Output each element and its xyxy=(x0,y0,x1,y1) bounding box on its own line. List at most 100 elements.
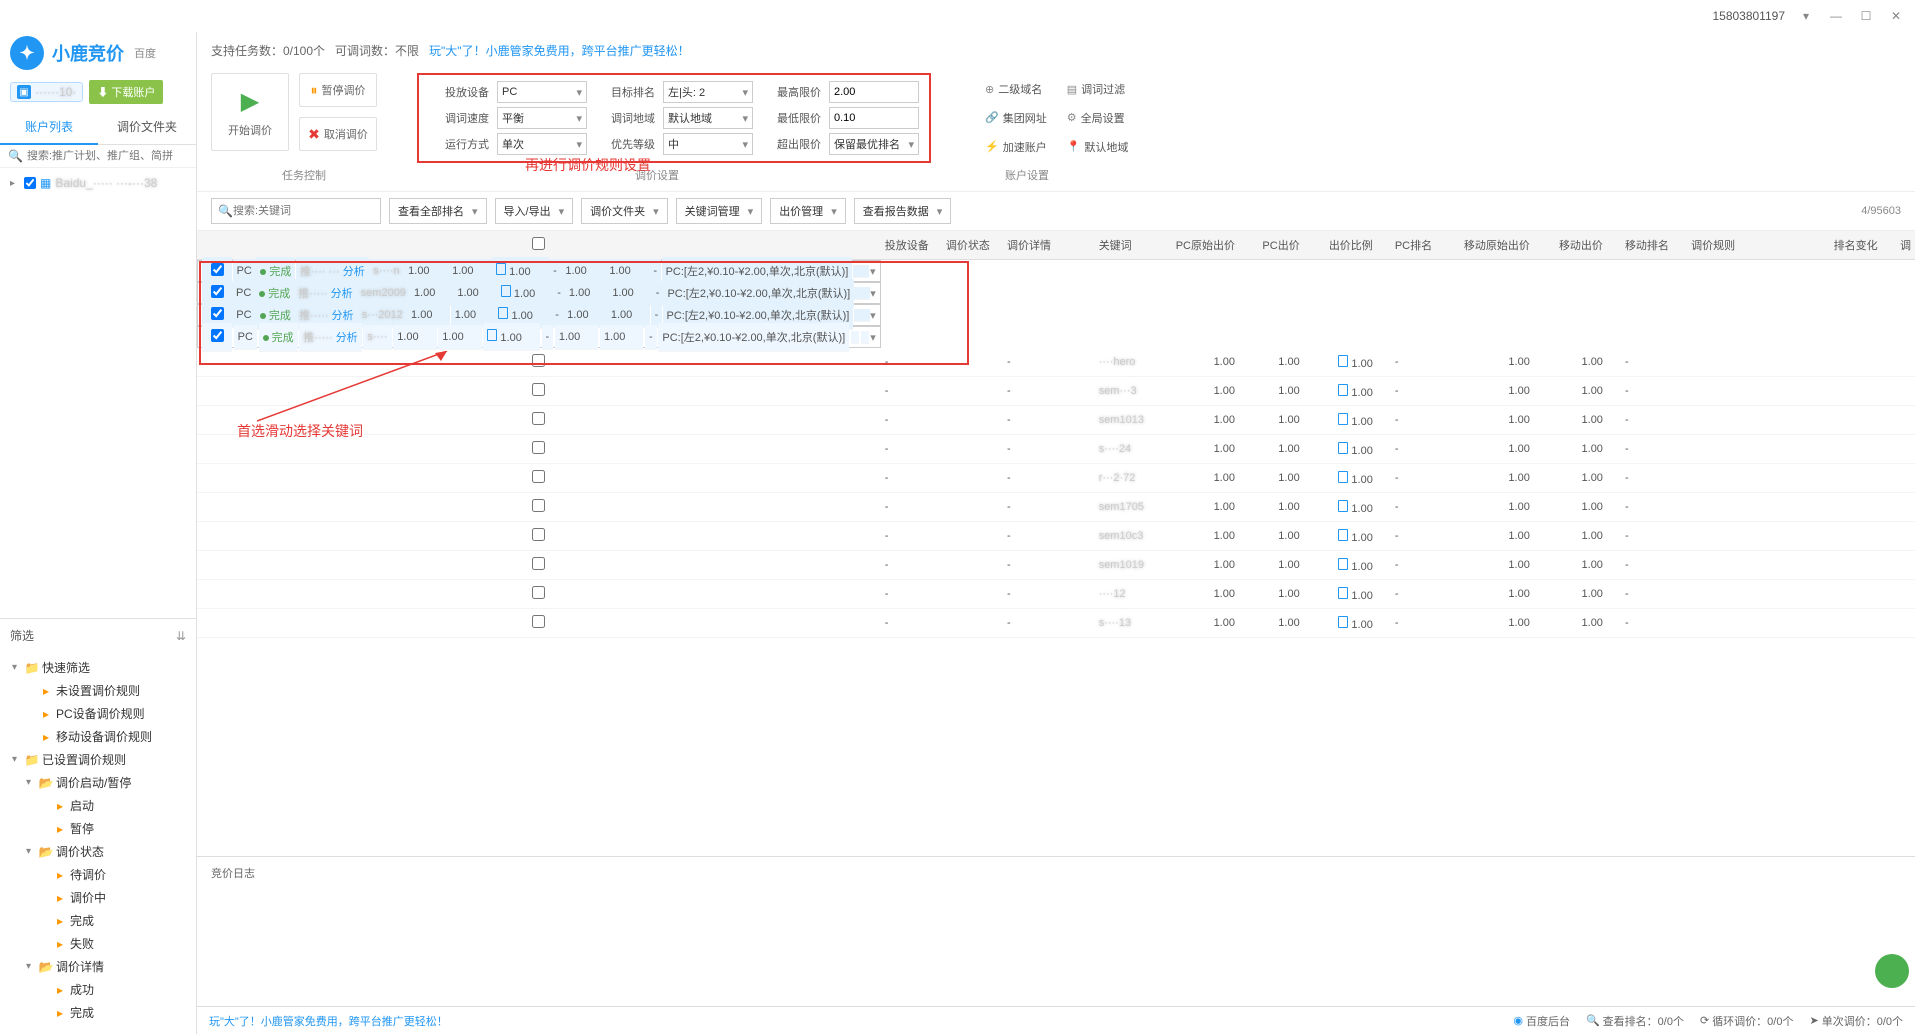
cancel-bidding-button[interactable]: ✖ 取消调价 xyxy=(299,117,377,151)
dropdown-icon[interactable]: ▾ xyxy=(1797,7,1815,25)
filter-item-n1c[interactable]: ▸移动设备调价规则 xyxy=(12,725,196,748)
target-rank-select[interactable]: 左|头: 2 xyxy=(663,81,753,103)
filter-item-n2b2[interactable]: ▸调价中 xyxy=(12,886,196,909)
price-folder-button[interactable]: 调价文件夹 xyxy=(581,198,668,224)
filter-item-n2a1[interactable]: ▸启动 xyxy=(12,794,196,817)
filter-item-n2a2[interactable]: ▸暂停 xyxy=(12,817,196,840)
max-price-input[interactable] xyxy=(829,81,919,103)
row-checkbox[interactable] xyxy=(532,586,545,599)
status-view-rank: 🔍查看排名：0/0个 xyxy=(1586,1013,1684,1029)
import-export-button[interactable]: 导入/导出 xyxy=(495,198,574,224)
table-row[interactable]: - - r···2·72 1.00 1.00 1.00 - 1.00 1.00 … xyxy=(197,464,1915,493)
ratio-icon xyxy=(1338,587,1348,599)
caret-icon: ▾ xyxy=(12,754,22,765)
table-row[interactable]: - - ····hero 1.00 1.00 1.00 - 1.00 1.00 … xyxy=(197,348,1915,377)
row-checkbox[interactable] xyxy=(532,528,545,541)
row-checkbox[interactable] xyxy=(532,557,545,570)
pause-bidding-button[interactable]: ⏸ 暂停调价 xyxy=(299,73,377,107)
ratio-icon xyxy=(501,285,511,297)
row-checkbox[interactable] xyxy=(211,285,224,298)
sidebar-search-input[interactable] xyxy=(27,150,188,162)
row-checkbox[interactable] xyxy=(532,470,545,483)
table-row[interactable]: PC 完成 推····· 分析 s···· 1.00 1.00 1.00 - 1… xyxy=(197,326,881,348)
analysis-link[interactable]: 分析 xyxy=(332,310,354,322)
maximize-button[interactable]: ☐ xyxy=(1857,7,1875,25)
ratio-icon xyxy=(1338,355,1348,367)
table-row[interactable]: - - s····13 1.00 1.00 1.00 - 1.00 1.00 - xyxy=(197,609,1915,638)
word-filter-link[interactable]: ▤调词过滤 xyxy=(1067,79,1129,100)
subdomain-link[interactable]: ⊕二级域名 xyxy=(985,79,1047,100)
filter-item-n2b3[interactable]: ▸完成 xyxy=(12,909,196,932)
filter-item-n2c1[interactable]: ▸成功 xyxy=(12,978,196,1001)
keyword-mgmt-button[interactable]: 关键词管理 xyxy=(676,198,763,224)
row-checkbox[interactable] xyxy=(532,354,545,367)
filter-item-n2b1[interactable]: ▸待调价 xyxy=(12,863,196,886)
filter-item-n2b[interactable]: ▾📂调价状态 xyxy=(12,840,196,863)
view-rank-button[interactable]: 查看全部排名 xyxy=(389,198,487,224)
tree-checkbox[interactable] xyxy=(24,177,36,189)
filter-item-n2c2[interactable]: ▸完成 xyxy=(12,1001,196,1024)
file-icon: ▸ xyxy=(54,938,66,950)
fab-button[interactable] xyxy=(1875,954,1909,988)
promo-link[interactable]: 玩"大"了！小鹿管家免费用，跨平台推广更轻松！ xyxy=(429,42,690,59)
run-mode-select[interactable]: 单次 xyxy=(497,133,587,155)
table-row[interactable]: - - sem···3 1.00 1.00 1.00 - 1.00 1.00 - xyxy=(197,377,1915,406)
collapse-icon[interactable]: ⇊ xyxy=(176,629,186,643)
filter-item-n1b[interactable]: ▸PC设备调价规则 xyxy=(12,702,196,725)
view-report-button[interactable]: 查看报告数据 xyxy=(854,198,952,224)
download-account-button[interactable]: ⬇ 下载账户 xyxy=(89,80,163,104)
device-select[interactable]: PC xyxy=(497,81,587,103)
table-row[interactable]: - - sem10c3 1.00 1.00 1.00 - 1.00 1.00 - xyxy=(197,522,1915,551)
global-settings-link[interactable]: ⚙全局设置 xyxy=(1067,108,1129,129)
accelerate-link[interactable]: ⚡加速账户 xyxy=(985,136,1047,157)
table-row[interactable]: - - ····12 1.00 1.00 1.00 - 1.00 1.00 - xyxy=(197,580,1915,609)
group-url-link[interactable]: 🔗集团网址 xyxy=(985,108,1047,129)
tab-account-list[interactable]: 账户列表 xyxy=(0,110,98,145)
filter-item-n2c[interactable]: ▾📂调价详情 xyxy=(12,955,196,978)
tab-price-folder[interactable]: 调价文件夹 xyxy=(98,110,196,145)
keyword-search[interactable]: 🔍 xyxy=(211,198,381,224)
file-icon: ▸ xyxy=(40,685,52,697)
backend-link[interactable]: ◉百度后台 xyxy=(1513,1013,1570,1029)
region-select[interactable]: 默认地域 xyxy=(663,107,753,129)
row-checkbox[interactable] xyxy=(532,615,545,628)
sidebar-search[interactable]: 🔍 xyxy=(0,145,196,168)
speed-select[interactable]: 平衡 xyxy=(497,107,587,129)
filter-item-n1a[interactable]: ▸未设置调价规则 xyxy=(12,679,196,702)
overflow-select[interactable]: 保留最优排名 xyxy=(829,133,919,155)
table-row[interactable]: - - sem1013 1.00 1.00 1.00 - 1.00 1.00 - xyxy=(197,406,1915,435)
default-region-link[interactable]: 📍默认地域 xyxy=(1067,136,1129,157)
ratio-icon xyxy=(1338,413,1348,425)
filter-item-n2b4[interactable]: ▸失败 xyxy=(12,932,196,955)
bid-mgmt-button[interactable]: 出价管理 xyxy=(770,198,846,224)
account-badge[interactable]: ▣ ······10· xyxy=(10,82,83,102)
table-row[interactable]: - - s····24 1.00 1.00 1.00 - 1.00 1.00 - xyxy=(197,435,1915,464)
analysis-link[interactable]: 分析 xyxy=(343,266,365,278)
filter-item-n1[interactable]: ▾📁快速筛选 xyxy=(12,656,196,679)
statusbar: 玩"大"了！小鹿管家免费用，跨平台推广更轻松！ ◉百度后台 🔍查看排名：0/0个… xyxy=(197,1006,1915,1034)
row-checkbox[interactable] xyxy=(532,441,545,454)
row-checkbox[interactable] xyxy=(211,329,224,342)
start-bidding-button[interactable]: ▶ 开始调价 xyxy=(211,73,289,151)
statusbar-promo[interactable]: 玩"大"了！小鹿管家免费用，跨平台推广更轻松！ xyxy=(209,1013,448,1029)
select-all-checkbox[interactable] xyxy=(532,237,545,250)
tree-item[interactable]: ▸ ▦ Baidu_····· ···-···38 xyxy=(10,174,186,192)
filter-item-n2a[interactable]: ▾📂调价启动/暂停 xyxy=(12,771,196,794)
row-checkbox[interactable] xyxy=(532,383,545,396)
priority-select[interactable]: 中 xyxy=(663,133,753,155)
filter-item-n2[interactable]: ▾📁已设置调价规则 xyxy=(12,748,196,771)
table-row[interactable]: - - sem1705 1.00 1.00 1.00 - 1.00 1.00 - xyxy=(197,493,1915,522)
keyword-search-input[interactable] xyxy=(233,205,375,217)
min-price-input[interactable] xyxy=(829,107,919,129)
log-title: 竞价日志 xyxy=(211,868,255,880)
analysis-link[interactable]: 分析 xyxy=(331,288,353,300)
row-checkbox[interactable] xyxy=(532,412,545,425)
row-checkbox[interactable] xyxy=(211,263,224,276)
row-checkbox[interactable] xyxy=(532,499,545,512)
table-row[interactable]: - - sem1019 1.00 1.00 1.00 - 1.00 1.00 - xyxy=(197,551,1915,580)
cancel-icon: ✖ xyxy=(308,126,320,143)
row-checkbox[interactable] xyxy=(211,307,224,320)
analysis-link[interactable]: 分析 xyxy=(336,332,358,344)
close-button[interactable]: ✕ xyxy=(1887,7,1905,25)
minimize-button[interactable]: — xyxy=(1827,7,1845,25)
